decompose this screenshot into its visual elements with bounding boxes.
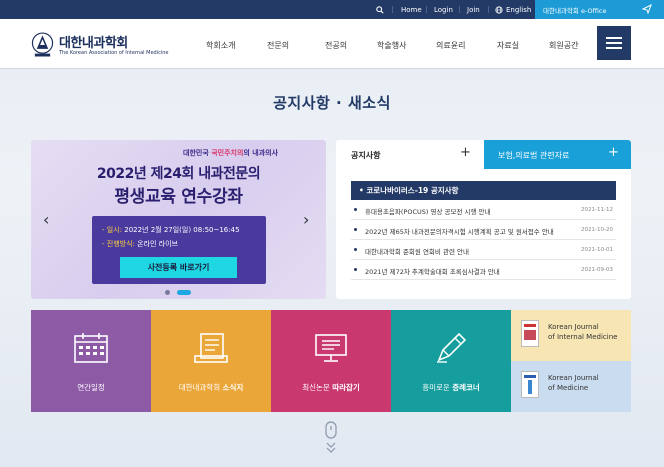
- journal-title: Korean Journal of Medicine: [548, 374, 599, 392]
- banner-info-panel: - 일시: 2022년 2월 27일(일) 08:50~16:45 - 진행방식…: [92, 216, 266, 284]
- logo-subtitle: The Korean Association of Internal Medic…: [59, 50, 169, 56]
- journal-cover-image: [521, 320, 539, 347]
- list-item[interactable]: 대한내과학회 준회원 연회비 관련 안내 2021-10-01: [351, 242, 616, 260]
- notice-board: 공지사항 + 보험,의료법 관련자료 + • 코로나바이러스-19 공지사항 휴…: [336, 140, 631, 299]
- gnb-item-events[interactable]: 학술행사: [377, 40, 406, 51]
- join-link[interactable]: Join: [467, 0, 480, 19]
- tab-notice-label: 공지사항: [351, 151, 381, 160]
- globe-icon: [495, 5, 503, 14]
- banner-date-row: - 일시: 2022년 2월 27일(일) 08:50~16:45: [102, 226, 240, 234]
- list-item[interactable]: 2021년 제72차 추계학술대회 초록심사결과 안내 2021-09-03: [351, 262, 616, 280]
- carousel-prev-icon[interactable]: ‹: [43, 210, 49, 229]
- carousel-next-icon[interactable]: ›: [303, 210, 309, 229]
- calendar-icon: [74, 333, 108, 363]
- english-link[interactable]: English: [495, 0, 531, 19]
- logo-title: 대한내과학회: [59, 36, 128, 51]
- pen-icon: [437, 332, 467, 363]
- page-title: 공지사항 · 새소식: [273, 94, 391, 112]
- carousel-dot-active[interactable]: [177, 290, 192, 295]
- banner-headline-1: 2022년 제24회 내과전문의: [96, 166, 261, 182]
- hamburger-menu-button[interactable]: [597, 26, 631, 60]
- login-link[interactable]: Login: [434, 0, 453, 19]
- paper-plane-icon: [642, 4, 652, 14]
- gnb-item-archive[interactable]: 자료실: [497, 40, 519, 51]
- tile-caption: 연간일정: [77, 383, 105, 392]
- list-item[interactable]: 휴대용초음파(POCUS) 영상 공모전 시행 안내 2021-11-12: [351, 202, 616, 220]
- site-logo[interactable]: 대한내과학회 The Korean Association of Interna…: [31, 32, 171, 60]
- home-link[interactable]: Home: [401, 0, 422, 19]
- journal-cover-image: [521, 371, 539, 398]
- tile-caption: 흥미로운 증례코너: [422, 383, 480, 392]
- list-item[interactable]: 2022년 제65차 내과전문의자격시험 시행계획 공고 및 원서접수 안내 20…: [351, 222, 616, 240]
- tab-insurance[interactable]: 보험,의료법 관련자료 +: [484, 140, 631, 169]
- eoffice-button[interactable]: 대한내과학회 e-Office: [535, 0, 664, 19]
- english-label: English: [506, 5, 532, 14]
- insurance-more-icon[interactable]: +: [608, 145, 619, 160]
- scroll-down-icon[interactable]: [324, 421, 338, 455]
- slogan-b: 국민주치의: [211, 149, 244, 157]
- preregister-button[interactable]: 사전등록 바로가기: [120, 257, 237, 278]
- gnb-item-specialist[interactable]: 전문의: [267, 40, 289, 51]
- covid-notice-link[interactable]: • 코로나바이러스-19 공지사항: [351, 181, 616, 200]
- gnb-item-members[interactable]: 회원공간: [549, 40, 578, 51]
- tile-caption: 최신논문 따라잡기: [302, 383, 360, 392]
- event-banner[interactable]: 대한민국 국민주치의의 내과의사 2022년 제24회 내과전문의 평생교육 연…: [31, 140, 326, 299]
- tile-latest-papers[interactable]: 최신논문 따라잡기: [271, 310, 391, 412]
- gnb-item-about[interactable]: 학회소개: [206, 40, 235, 51]
- journal-title: Korean Journal of Internal Medicine: [548, 323, 618, 341]
- tile-annual-schedule[interactable]: 연간일정: [31, 310, 151, 412]
- gnb-item-ethics[interactable]: 의료윤리: [436, 40, 465, 51]
- banner-method-row: - 진행방식: 온라인 라이브: [102, 240, 178, 248]
- tab-notice[interactable]: 공지사항 +: [336, 140, 483, 169]
- top-utility-bar: Home Login Join English 대한내과학회 e-Office: [0, 0, 664, 19]
- gnb-item-resident[interactable]: 전공의: [325, 40, 347, 51]
- header: 대한내과학회 The Korean Association of Interna…: [0, 19, 664, 69]
- tile-caption: 대한내과학회 소식지: [178, 383, 244, 392]
- emblem-icon: [31, 32, 54, 57]
- tile-newsletter[interactable]: 대한내과학회 소식지: [151, 310, 271, 412]
- carousel-indicators: [165, 282, 193, 299]
- banner-slogan: 대한민국 국민주치의의 내과의사: [183, 149, 279, 157]
- banner-headline-2: 평생교육 연수강좌: [114, 187, 243, 207]
- journal-link-kjim[interactable]: Korean Journal of Internal Medicine: [511, 310, 631, 361]
- monitor-icon: [315, 334, 347, 362]
- tab-insurance-label: 보험,의료법 관련자료: [498, 151, 570, 160]
- newsletter-icon: [194, 333, 228, 363]
- notice-more-icon[interactable]: +: [460, 145, 471, 160]
- eoffice-label: 대한내과학회 e-Office: [543, 6, 607, 15]
- slogan-c: 내과의사: [252, 149, 279, 157]
- journal-link-kjm[interactable]: Korean Journal of Medicine: [511, 361, 631, 412]
- carousel-dot[interactable]: [165, 290, 170, 295]
- tile-case-corner[interactable]: 흥미로운 증례코너: [391, 310, 511, 412]
- slogan-a: 대한민국: [183, 149, 209, 157]
- search-icon[interactable]: [376, 0, 384, 19]
